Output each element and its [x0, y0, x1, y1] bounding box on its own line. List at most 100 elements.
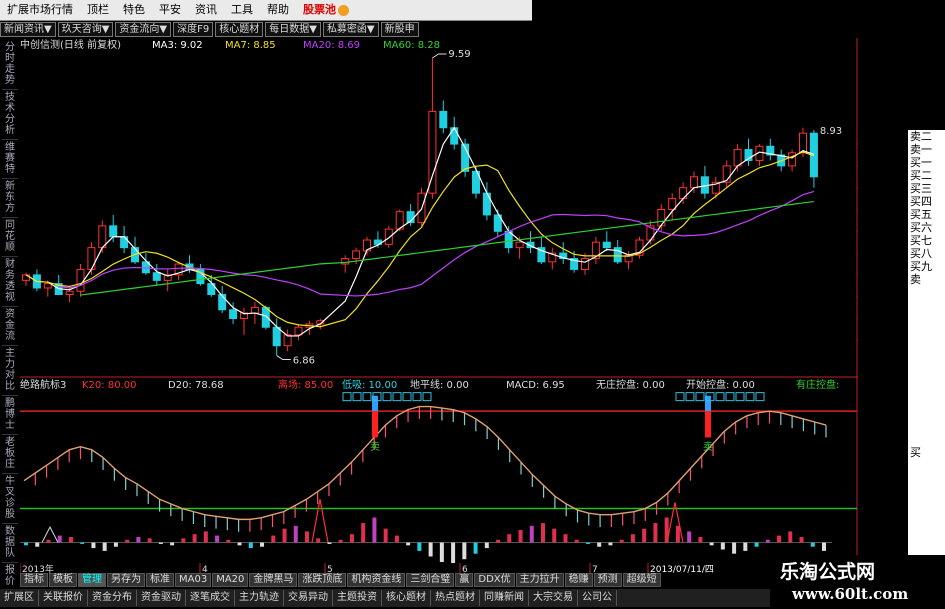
indicator-tab-13[interactable]: 主力拉升: [515, 573, 564, 587]
extension-tab-10[interactable]: 同赚新闻: [480, 590, 529, 606]
left-tab-7[interactable]: 主力对比: [2, 348, 18, 396]
macd-bar: [271, 535, 276, 543]
menu-item-1[interactable]: 顶栏: [80, 0, 116, 20]
watermark-url: www.60lt.com: [792, 585, 909, 603]
time-label: 5: [327, 565, 333, 573]
macd-bar: [687, 531, 692, 543]
menu-item-2[interactable]: 特色: [116, 0, 152, 20]
menu-item-label: 资讯: [195, 3, 217, 16]
control-box: [685, 392, 695, 402]
kline-chart[interactable]: 中创信测(日线 前复权) MA3: 9.02 MA7: 8.85 MA20: 8.69…: [20, 38, 858, 563]
menu-item-label: 平安: [159, 3, 181, 16]
candle-body: [439, 110, 448, 129]
top-button-0[interactable]: 新闻资讯▼: [0, 22, 56, 37]
indicator-tab-5[interactable]: MA03: [175, 573, 212, 587]
indicator-flat: 地平线: 0.00: [410, 378, 469, 391]
left-tab-2[interactable]: 维赛特: [2, 142, 18, 179]
menu-item-label: 顶栏: [87, 3, 109, 16]
control-box: [715, 392, 725, 402]
left-tab-1[interactable]: 技术分析: [2, 92, 18, 140]
menu-item-5[interactable]: 工具: [224, 0, 260, 20]
menu-item-3[interactable]: 平安: [152, 0, 188, 20]
macd-bar: [518, 530, 523, 543]
indicator-tab-7[interactable]: 金牌黑马: [249, 573, 298, 587]
extension-tab-bar: 扩展区 关联报价 资金分布 资金驱动 逐笔成交 主力轨迹 交易异动 主题投资 核心题材 热点题材同…: [0, 589, 770, 607]
menu-item-label: 帮助: [267, 3, 289, 16]
indicator-tab-9[interactable]: 机构资金线: [347, 573, 406, 587]
top-button-6[interactable]: 私募密函▼: [322, 22, 379, 37]
left-tab-11[interactable]: 数据队: [2, 526, 18, 563]
order-book-row: 买二: [910, 169, 932, 182]
control-box: [725, 392, 735, 402]
menu-item-6[interactable]: 帮助: [260, 0, 296, 20]
macd-bar: [181, 538, 186, 543]
extension-tab-2[interactable]: 资金分布: [88, 590, 137, 606]
indicator-tab-4[interactable]: 标准: [146, 573, 174, 587]
time-label: 2013/07/11/四: [650, 565, 714, 573]
extension-tab-3[interactable]: 资金驱动: [137, 590, 186, 606]
indicator-tab-8[interactable]: 涨跌顶底: [298, 573, 347, 587]
low-marker: [276, 355, 291, 361]
macd-bar: [203, 531, 208, 543]
macd-bar: [170, 542, 175, 546]
ma3-line: [25, 126, 815, 337]
indicator-tab-11[interactable]: 赢: [455, 573, 474, 587]
extension-tab-12[interactable]: 公司公: [578, 590, 617, 606]
time-label: 6: [462, 565, 468, 573]
top-button-2[interactable]: 资金流向▼: [115, 22, 172, 37]
macd-bar: [147, 538, 152, 543]
indicator-tab-14[interactable]: 稳赚: [564, 573, 593, 587]
left-tab-4[interactable]: 同花顺: [2, 220, 18, 257]
menu-item-0[interactable]: 扩展市场行情: [0, 0, 80, 20]
time-label: 4: [202, 565, 208, 573]
candle-body: [352, 250, 361, 260]
extension-tab-1[interactable]: 关联报价: [39, 590, 88, 606]
indicator-tab-16[interactable]: 超级短: [622, 573, 661, 587]
macd-bar: [327, 542, 332, 544]
order-book-row: 买八: [910, 247, 932, 260]
menu-item-4[interactable]: 资讯: [188, 0, 224, 20]
left-tab-3[interactable]: 新东方: [2, 181, 18, 218]
left-tab-6[interactable]: 资金流: [2, 309, 18, 346]
extension-tab-5[interactable]: 主力轨迹: [235, 590, 284, 606]
indicator-tab-2[interactable]: 管理: [78, 573, 106, 587]
header-ma20: MA20: 8.69: [303, 40, 360, 51]
order-book-panel: 卖二 卖一 买一 买二 买三 买四 买五 买六 买七 买八 买九卖买: [908, 130, 945, 600]
top-button-3[interactable]: 深度F9: [173, 22, 214, 37]
top-button-5[interactable]: 每日数据▼: [265, 22, 321, 37]
left-tab-8[interactable]: 鹏博士: [2, 398, 18, 435]
indicator-tab-10[interactable]: 三剑合璧: [406, 573, 455, 587]
extension-tab-11[interactable]: 大宗交易: [529, 590, 578, 606]
indicator-tab-3[interactable]: 另存为: [107, 573, 145, 587]
top-button-7[interactable]: 新股申: [380, 22, 419, 37]
left-tab-5[interactable]: 财务透视: [2, 259, 18, 307]
left-tab-12[interactable]: 报价: [2, 565, 18, 591]
order-book-row: 买五: [910, 208, 932, 221]
sell-bar-red: [705, 411, 711, 438]
extension-tab-4[interactable]: 逐笔成交: [186, 590, 235, 606]
extension-tab-9[interactable]: 热点题材: [431, 590, 480, 606]
indicator-tab-0[interactable]: 指标: [20, 573, 48, 587]
top-button-1[interactable]: 玖天咨询▼: [57, 22, 114, 37]
extension-tab-7[interactable]: 主题投资: [333, 590, 382, 606]
indicator-tab-6[interactable]: MA20: [212, 573, 249, 587]
macd-bar: [361, 523, 366, 543]
menu-item-7[interactable]: 股票池: [296, 0, 356, 20]
indicator-tab-15[interactable]: 预测: [593, 573, 622, 587]
macd-bar: [136, 536, 141, 543]
extension-tab-8[interactable]: 核心题材: [382, 590, 431, 606]
indicator-tab-12[interactable]: DDX优: [474, 573, 515, 587]
extension-tab-6[interactable]: 交易异动: [284, 590, 333, 606]
top-button-4[interactable]: 核心题材: [215, 22, 264, 37]
left-tab-10[interactable]: 牛叉诊股: [2, 476, 18, 524]
macd-bar: [226, 539, 231, 543]
left-tab-9[interactable]: 老板庄: [2, 437, 18, 474]
extension-tab-0[interactable]: 扩展区: [0, 590, 39, 606]
left-tab-0[interactable]: 分时走势: [2, 42, 18, 90]
macd-bar: [68, 536, 73, 543]
control-box: [695, 392, 705, 402]
candle-body: [450, 127, 459, 145]
control-box: [382, 392, 392, 402]
indicator-tab-1[interactable]: 模板: [49, 573, 77, 587]
pool-icon: [338, 4, 349, 16]
